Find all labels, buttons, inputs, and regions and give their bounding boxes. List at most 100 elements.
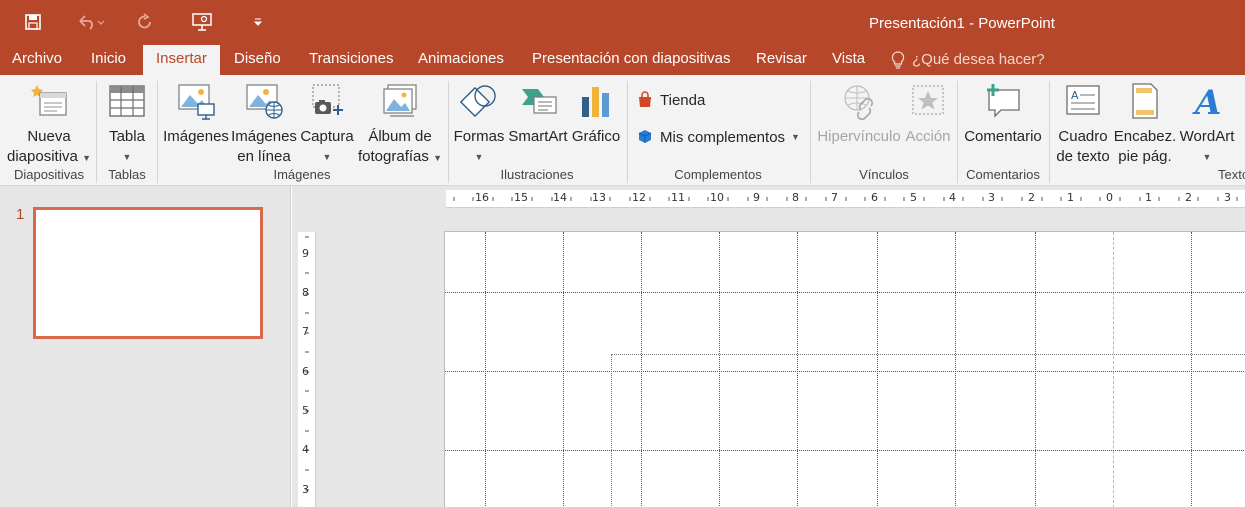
pictures-icon — [176, 81, 216, 121]
ruler-tick-label: 4 — [302, 443, 309, 456]
text-box-label-1: Cuadro — [1058, 128, 1108, 145]
slide-thumbnail[interactable] — [33, 207, 263, 339]
chart-button[interactable]: Gráfico — [570, 81, 622, 147]
ruler-tick-label: 6 — [302, 365, 309, 378]
new-slide-label-2: diapositiva — [7, 148, 78, 165]
group-label-ilustraciones: Ilustraciones — [500, 167, 574, 182]
ruler-tick-label: 14 — [553, 191, 567, 204]
chevron-down-icon: ▼ — [791, 132, 800, 142]
ruler-tick-label: 6 — [871, 191, 878, 204]
tab-diseno[interactable]: Diseño — [222, 45, 293, 75]
my-addins-label: Mis complementos — [660, 128, 786, 146]
chevron-down-icon: ▼ — [474, 152, 484, 162]
ruler-tick-label: 15 — [514, 191, 528, 204]
screenshot-label: Captura — [300, 128, 354, 145]
gridline — [563, 232, 564, 507]
online-pictures-button[interactable]: Imágenes en línea — [230, 81, 298, 167]
my-addins-button[interactable]: Mis complementos ▼ — [636, 128, 800, 146]
action-icon — [908, 81, 948, 121]
smartart-button[interactable]: SmartArt — [506, 81, 570, 147]
tab-archivo[interactable]: Archivo — [0, 45, 74, 75]
pictures-button[interactable]: Imágenes — [160, 81, 232, 147]
group-divider — [627, 81, 628, 183]
tab-insertar[interactable]: Insertar — [143, 45, 220, 76]
tab-transiciones[interactable]: Transiciones — [297, 45, 405, 75]
ruler-tick-label: 3 — [1224, 191, 1231, 204]
group-divider — [157, 81, 158, 183]
save-icon[interactable] — [24, 10, 42, 34]
ruler-tick-label: 4 — [949, 191, 956, 204]
group-divider — [1049, 81, 1050, 183]
undo-icon[interactable] — [76, 10, 106, 34]
comment-button[interactable]: Comentario — [960, 81, 1046, 147]
slide-number: 1 — [16, 206, 25, 223]
store-label: Tienda — [660, 91, 706, 109]
tab-revisar[interactable]: Revisar — [744, 45, 819, 75]
ruler-tick-label: 7 — [302, 325, 309, 338]
chevron-down-icon: ▼ — [122, 152, 132, 162]
online-pictures-label-2: en línea — [237, 148, 291, 165]
group-divider — [810, 81, 811, 183]
comment-label: Comentario — [964, 128, 1042, 145]
new-slide-label-1: Nueva — [27, 128, 71, 145]
ruler-tick-label: 13 — [592, 191, 606, 204]
wordart-label: WordArt — [1179, 128, 1235, 145]
table-icon — [107, 81, 147, 121]
hyperlink-label: Hipervínculo — [817, 128, 901, 145]
tab-presentacion[interactable]: Presentación con diapositivas — [520, 45, 742, 75]
online-pictures-label-1: Imágenes — [231, 128, 297, 145]
comment-icon — [983, 81, 1023, 121]
hyperlink-icon — [839, 81, 879, 121]
tell-me-search[interactable]: ¿Qué desea hacer? — [890, 45, 1045, 75]
present-icon[interactable] — [191, 10, 213, 34]
photo-album-icon — [380, 81, 420, 121]
group-divider — [957, 81, 958, 183]
smartart-label: SmartArt — [508, 128, 568, 145]
online-pictures-icon — [244, 81, 284, 121]
tab-vista[interactable]: Vista — [820, 45, 877, 75]
customize-icon[interactable] — [252, 10, 264, 34]
ruler-tick-label: 3 — [302, 483, 309, 496]
vertical-ruler[interactable]: 9 8 7 6 5 4 3 — [298, 232, 316, 507]
ruler-tick-label: 9 — [753, 191, 760, 204]
group-label-complementos: Complementos — [674, 167, 762, 182]
photo-album-button[interactable]: Álbum de fotografías ▼ — [356, 81, 444, 168]
header-footer-label-1: Encabez. — [1113, 128, 1177, 145]
hyperlink-button[interactable]: Hipervínculo — [814, 81, 904, 147]
ruler-tick-label: 2 — [1185, 191, 1192, 204]
ruler-tick-label: 2 — [1028, 191, 1035, 204]
tab-animaciones[interactable]: Animaciones — [406, 45, 516, 75]
group-label-texto: Texto — [1218, 167, 1245, 182]
new-slide-button[interactable]: Nueva diapositiva ▼ — [6, 81, 92, 168]
chart-icon — [576, 81, 616, 121]
addins-icon — [638, 130, 652, 143]
content-placeholder[interactable] — [611, 354, 1245, 507]
shapes-button[interactable]: Formas ▼ — [452, 81, 506, 167]
header-footer-icon — [1125, 81, 1165, 121]
shapes-icon — [459, 81, 499, 121]
chevron-down-icon: ▼ — [1202, 152, 1212, 162]
slide-canvas[interactable] — [444, 231, 1245, 507]
horizontal-ruler[interactable]: 16 15 14 13 12 11 10 9 8 7 6 5 4 3 2 1 0… — [446, 190, 1245, 208]
wordart-button[interactable]: A WordArt ▼ — [1176, 81, 1238, 167]
group-label-imagenes: Imágenes — [273, 167, 331, 182]
tab-inicio[interactable]: Inicio — [79, 45, 138, 75]
group-label-tablas: Tablas — [108, 167, 146, 182]
ruler-tick-label: 1 — [1067, 191, 1074, 204]
table-label: Tabla — [109, 128, 145, 145]
action-button[interactable]: Acción — [902, 81, 954, 147]
header-footer-button[interactable]: Encabez. pie pág. — [1114, 81, 1176, 167]
svg-text:A: A — [1071, 89, 1079, 102]
slide-thumbnail-pane: 1 — [0, 186, 291, 507]
text-box-button[interactable]: A Cuadro de texto — [1052, 81, 1114, 167]
group-divider — [448, 81, 449, 183]
window-title: Presentación1 - PowerPoint — [869, 15, 1055, 32]
ribbon-tabs: Archivo Inicio Insertar Diseño Transicio… — [0, 45, 1245, 76]
text-box-icon: A — [1063, 81, 1103, 121]
redo-icon[interactable] — [136, 10, 154, 34]
ruler-tick-label: 11 — [671, 191, 685, 204]
store-button[interactable]: Tienda — [636, 91, 705, 109]
table-button[interactable]: Tabla ▼ — [100, 81, 154, 167]
ruler-tick-label: 5 — [302, 404, 309, 417]
screenshot-button[interactable]: Captura ▼ — [298, 81, 356, 167]
